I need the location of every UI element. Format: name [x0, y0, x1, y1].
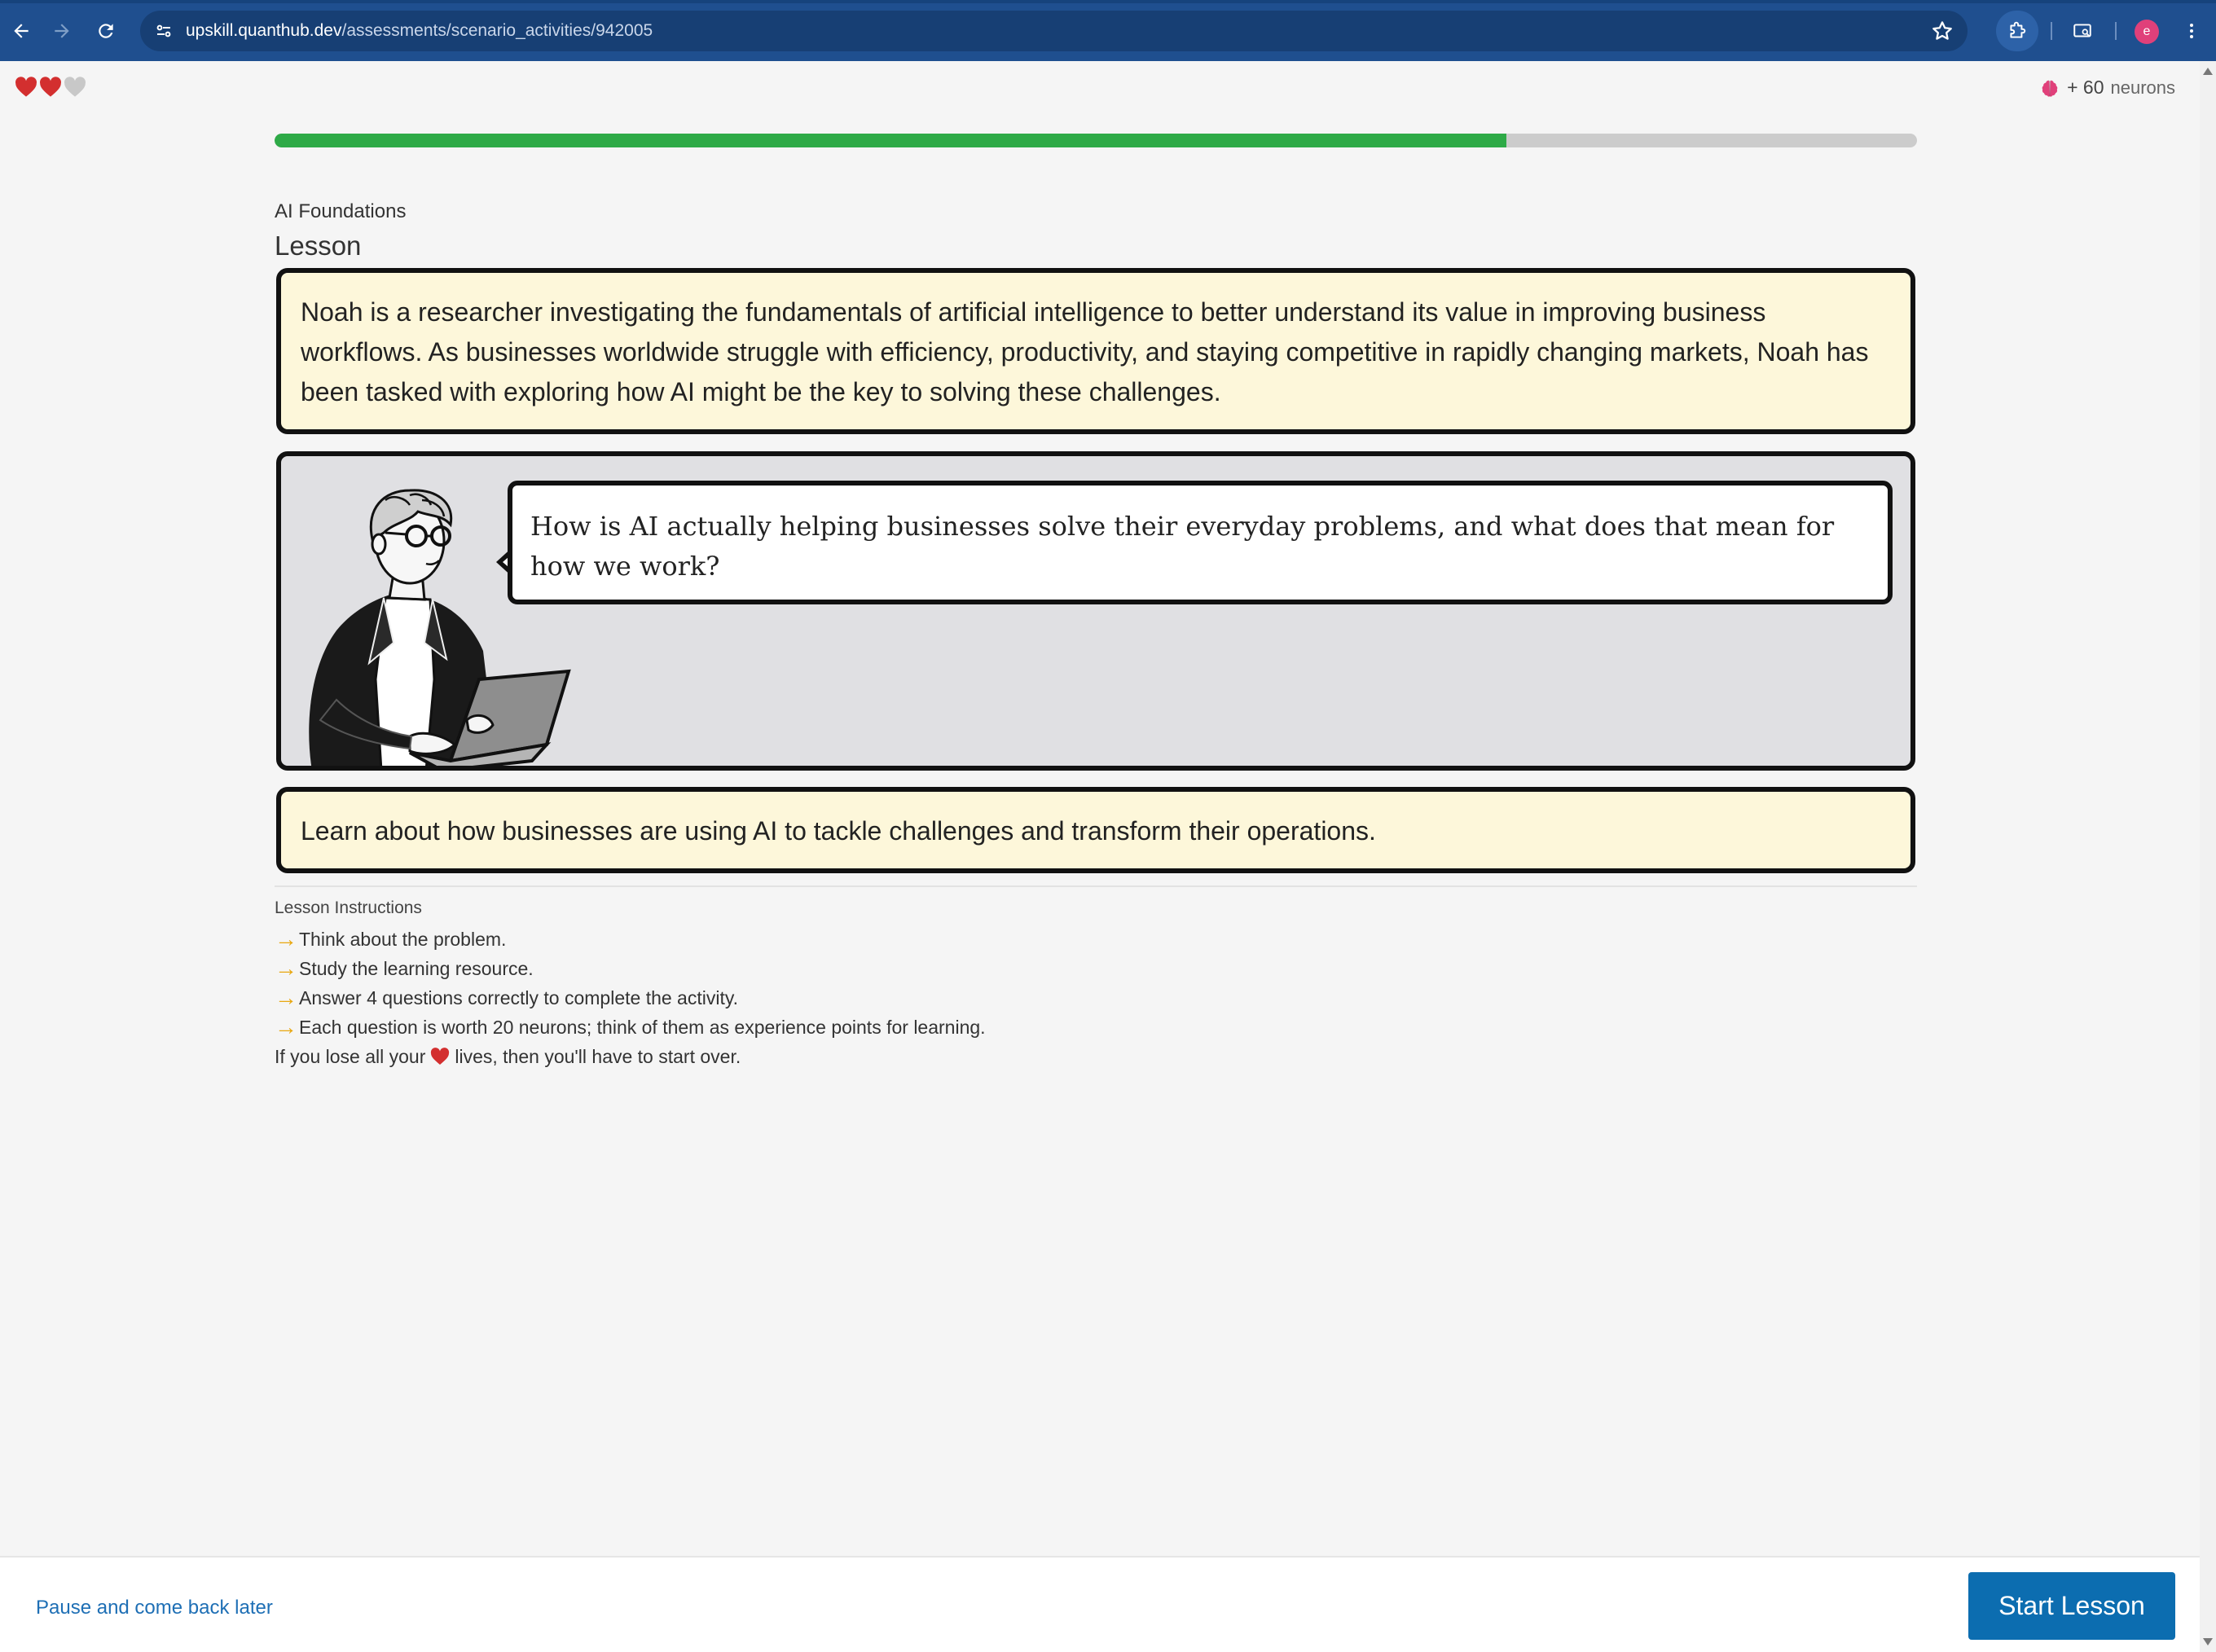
url-path: /assessments/scenario_activities/942005 — [341, 21, 653, 40]
pause-link[interactable]: Pause and come back later — [36, 1597, 273, 1619]
reload-icon — [99, 24, 113, 38]
back-arrow-icon — [14, 24, 29, 38]
lives-indicator — [15, 77, 86, 98]
browser-menu-button[interactable] — [2177, 11, 2206, 51]
instruction-item: → Study the learning resource. — [275, 954, 986, 983]
forward-button[interactable] — [41, 10, 83, 52]
instruction-item: → Answer 4 questions correctly to complet… — [275, 983, 986, 1013]
instruction-item: → Think about the problem. — [275, 925, 986, 954]
browser-toolbar: upskill.quanthub.dev/assessments/scenari… — [0, 0, 2216, 61]
heart-filled-icon — [15, 77, 37, 97]
screen-search-icon — [2073, 24, 2091, 37]
scenario-question-panel: How is AI actually helping businesses so… — [276, 451, 1915, 771]
scenario-goal-panel: Learn about how businesses are using AI … — [276, 787, 1915, 873]
scroll-down-arrow-icon[interactable] — [2203, 1638, 2213, 1645]
neurons-amount: + 60 — [2067, 77, 2104, 98]
page-scrollbar[interactable] — [2200, 61, 2216, 1652]
url-text: upskill.quanthub.dev/assessments/scenari… — [186, 21, 653, 41]
instructions-title: Lesson Instructions — [275, 898, 422, 917]
start-lesson-button[interactable]: Start Lesson — [1968, 1572, 2175, 1640]
progress-fill — [275, 134, 1506, 147]
scroll-up-arrow-icon[interactable] — [2203, 68, 2213, 75]
lesson-progress-bar — [275, 134, 1917, 147]
extensions-button[interactable] — [1996, 11, 2038, 51]
tab-strip — [0, 0, 2216, 3]
url-host: upskill.quanthub.dev — [186, 21, 342, 40]
address-bar[interactable]: upskill.quanthub.dev/assessments/scenari… — [140, 11, 1968, 51]
neurons-counter: + 60 neurons — [2039, 77, 2175, 99]
heart-icon — [431, 1048, 450, 1065]
puzzle-icon — [2010, 21, 2026, 38]
site-settings-icon[interactable] — [143, 11, 184, 51]
scenario-intro-text: Noah is a researcher investigating the f… — [301, 297, 1869, 406]
instruction-text: Study the learning resource. — [299, 958, 534, 979]
scenario-question-text: How is AI actually helping businesses so… — [530, 511, 1835, 582]
arrow-right-icon: → — [275, 926, 297, 951]
toolbar-separator — [2115, 22, 2117, 40]
cast-search-button[interactable] — [2061, 11, 2104, 51]
back-button[interactable] — [0, 10, 42, 52]
arrow-right-icon: → — [275, 1014, 297, 1039]
forward-arrow-icon — [55, 24, 69, 38]
instruction-text: Answer 4 questions correctly to complete… — [299, 987, 739, 1008]
heart-filled-icon — [40, 77, 61, 97]
profile-avatar[interactable]: e — [2135, 20, 2159, 44]
lesson-footer: Pause and come back later Start Lesson — [0, 1556, 2200, 1652]
scenario-intro-panel: Noah is a researcher investigating the f… — [276, 268, 1915, 434]
course-name: AI Foundations — [275, 200, 407, 222]
section-divider — [275, 885, 1917, 887]
kebab-menu-icon — [2190, 24, 2193, 38]
arrow-right-icon: → — [275, 956, 297, 981]
lives-note-before: If you lose all your — [275, 1046, 426, 1067]
lives-note-after: lives, then you'll have to start over. — [455, 1046, 741, 1067]
scenario-goal-text: Learn about how businesses are using AI … — [301, 816, 1376, 846]
brain-icon — [2042, 80, 2058, 97]
instruction-item: → Each question is worth 20 neurons; thin… — [275, 1013, 986, 1042]
lives-note: If you lose all your lives, then you'll … — [275, 1042, 986, 1071]
neurons-unit: neurons — [2110, 77, 2175, 98]
instruction-text: Think about the problem. — [299, 929, 507, 950]
heart-empty-icon — [64, 77, 86, 97]
reload-button[interactable] — [85, 10, 127, 52]
toolbar-separator — [2051, 22, 2052, 40]
instruction-text: Each question is worth 20 neurons; think… — [299, 1017, 986, 1038]
speech-bubble: How is AI actually helping businesses so… — [508, 481, 1893, 604]
lesson-instructions: Lesson Instructions → Think about the pro… — [275, 898, 986, 1071]
section-heading: Lesson — [275, 231, 362, 261]
bookmark-star-icon[interactable] — [1930, 19, 1954, 43]
arrow-right-icon: → — [275, 985, 297, 1010]
